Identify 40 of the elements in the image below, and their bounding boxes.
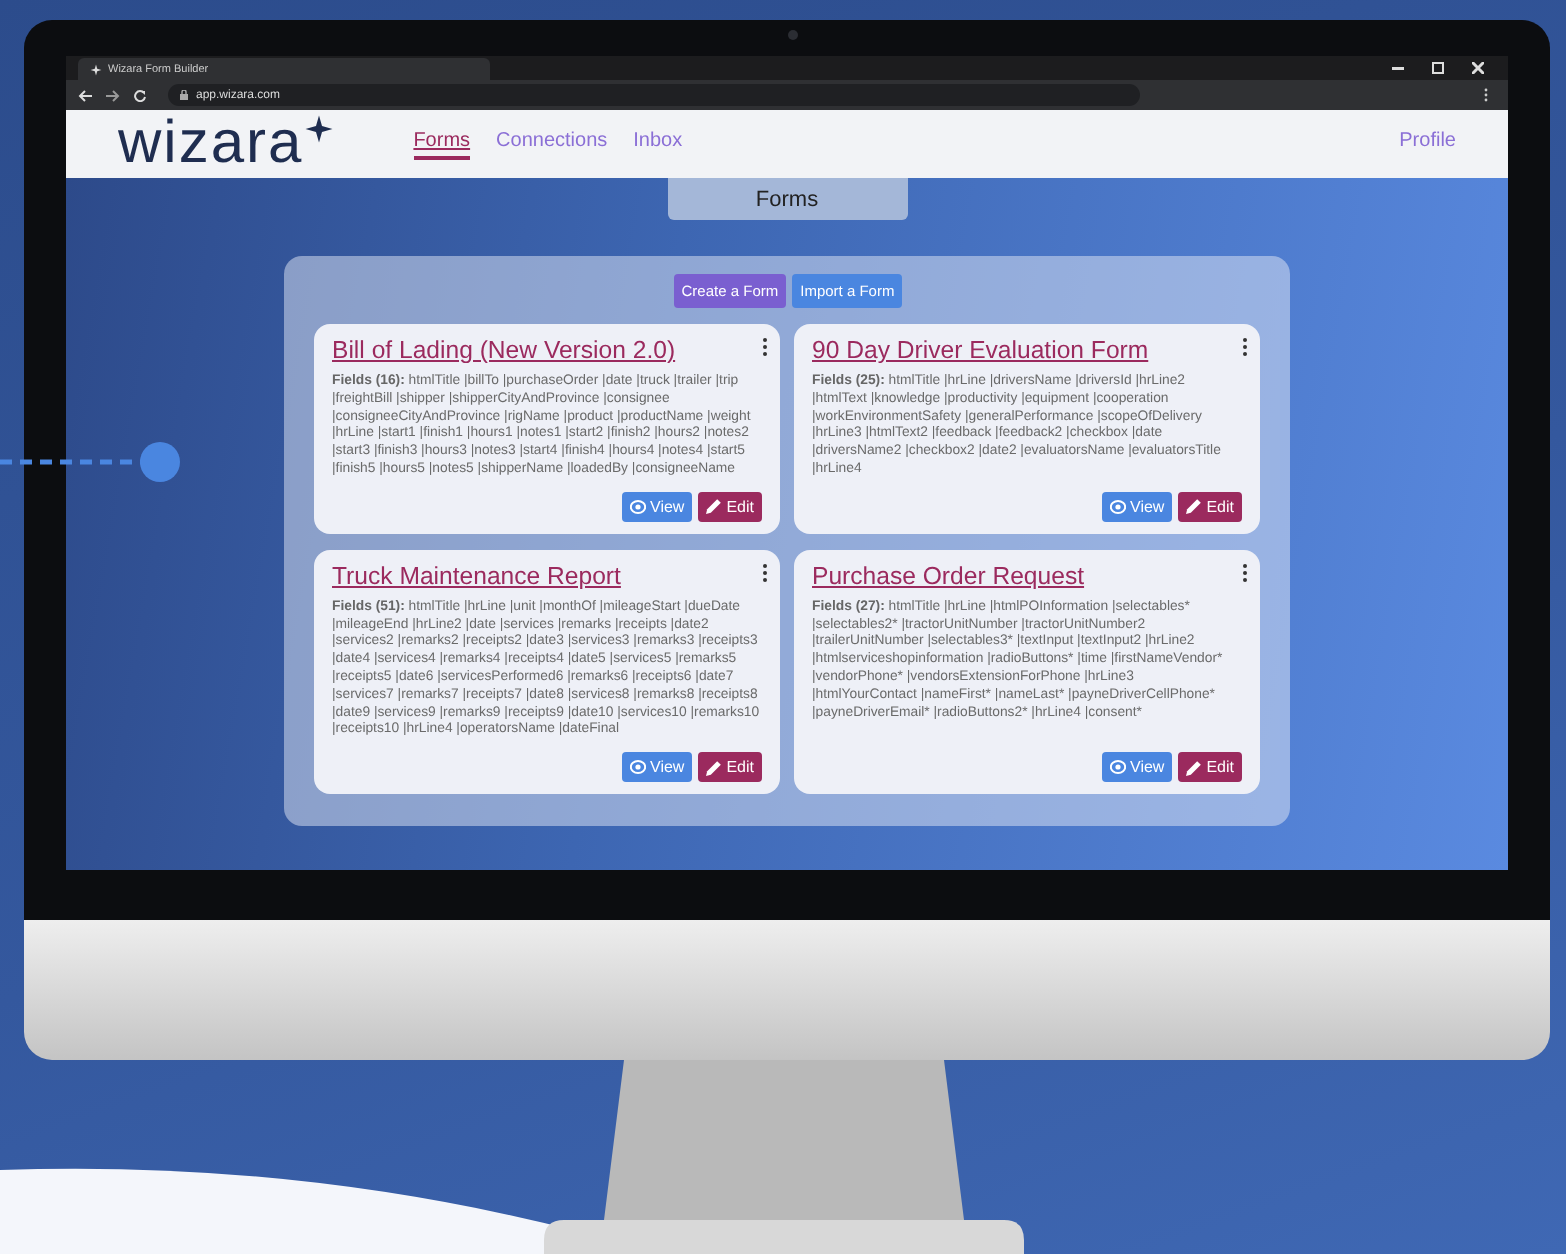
nav-link[interactable]: Connections: [496, 129, 608, 159]
profile-link[interactable]: Profile: [1399, 129, 1456, 159]
nav-link[interactable]: Forms: [413, 129, 471, 159]
kebab-menu-icon[interactable]: [762, 563, 768, 582]
edit-button[interactable]: Edit: [1178, 491, 1242, 522]
minimize-icon[interactable]: [1392, 62, 1404, 74]
edit-button[interactable]: Edit: [1178, 752, 1242, 783]
camera-icon: [787, 30, 797, 40]
form-title-link[interactable]: Truck Maintenance Report: [332, 561, 621, 590]
favicon-icon: [90, 63, 102, 75]
edit-button[interactable]: Edit: [698, 752, 762, 783]
eye-icon: [1110, 760, 1126, 775]
eye-icon: [630, 760, 646, 775]
kebab-menu-icon[interactable]: [1242, 338, 1248, 356]
pencil-icon: [706, 759, 723, 776]
forward-arrow-icon[interactable]: [106, 89, 120, 101]
kebab-menu-icon[interactable]: [1242, 563, 1248, 582]
sparkle-icon: [303, 114, 334, 144]
lock-icon: [180, 90, 188, 100]
back-arrow-icon[interactable]: [78, 89, 92, 101]
nav-link[interactable]: Inbox: [633, 129, 683, 159]
eye-icon: [630, 499, 646, 514]
reload-icon[interactable]: [134, 89, 146, 101]
view-button[interactable]: View: [1102, 491, 1173, 522]
edit-button[interactable]: Edit: [698, 491, 762, 522]
pencil-icon: [1186, 759, 1203, 776]
page-title: Forms: [667, 178, 907, 220]
eye-icon: [1110, 499, 1126, 514]
view-button[interactable]: View: [622, 491, 693, 522]
form-title-link[interactable]: Purchase Order Request: [812, 561, 1085, 590]
view-button[interactable]: View: [622, 752, 693, 783]
pencil-icon: [706, 498, 723, 515]
view-button[interactable]: View: [1102, 752, 1173, 783]
pencil-icon: [1186, 498, 1203, 515]
maximize-icon[interactable]: [1432, 62, 1444, 74]
logo-wordmark: wizara: [118, 114, 304, 174]
form-title-link[interactable]: Bill of Lading (New Version 2.0): [332, 336, 676, 364]
form-title-link[interactable]: 90 Day Driver Evaluation Form: [812, 336, 1149, 364]
kebab-menu-icon[interactable]: [762, 338, 768, 356]
close-icon[interactable]: [1472, 62, 1484, 74]
